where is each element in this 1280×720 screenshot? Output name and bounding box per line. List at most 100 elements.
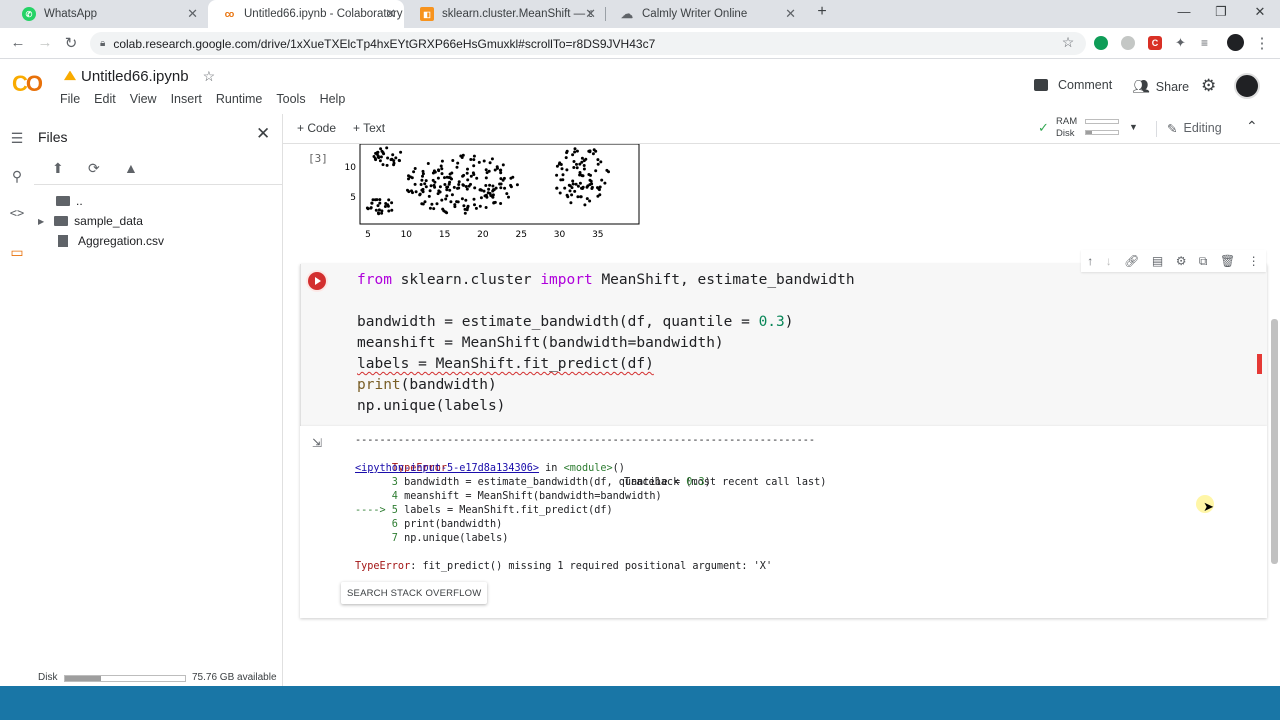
scatter-point (494, 186, 498, 190)
add-code-button[interactable]: + Code (297, 121, 336, 135)
close-tab-icon[interactable]: ✕ (585, 6, 596, 22)
scatter-point (413, 182, 417, 186)
search-stack-overflow-button[interactable]: SEARCH STACK OVERFLOW (341, 582, 488, 604)
close-tab-icon[interactable]: ✕ (785, 6, 796, 22)
forward-icon[interactable]: → (36, 34, 54, 51)
scatter-point (488, 161, 492, 165)
menu-runtime[interactable]: Runtime (216, 92, 263, 106)
code-line[interactable]: print(bandwidth) (357, 377, 497, 393)
extensions-puzzle-icon[interactable]: ✦ (1175, 36, 1189, 50)
scatter-point (581, 185, 585, 189)
runtime-dropdown-icon[interactable]: ▼ (1129, 122, 1138, 132)
more-options-icon[interactable]: ⋮ (1248, 254, 1260, 268)
scatter-point (499, 168, 503, 172)
scatter-point (426, 162, 430, 165)
scrollbar-thumb[interactable] (1271, 319, 1278, 564)
settings-gear-icon[interactable]: ⚙ (1201, 76, 1216, 96)
menu-edit[interactable]: Edit (94, 92, 116, 106)
minimize-button[interactable]: — (1174, 4, 1194, 19)
add-text-button[interactable]: + Text (353, 121, 385, 135)
comment-cell-icon[interactable]: ▤ (1152, 254, 1163, 268)
resource-monitor[interactable]: RAM Disk (1056, 116, 1077, 140)
delete-cell-icon[interactable]: 🗑︎ (1220, 254, 1235, 268)
menu-file[interactable]: File (60, 92, 80, 106)
scatter-point (389, 158, 393, 162)
link-icon[interactable]: 🔗︎ (1124, 254, 1139, 268)
code-line[interactable]: from sklearn.cluster import MeanShift, e… (357, 272, 855, 288)
move-up-icon[interactable]: ↑ (1087, 254, 1093, 268)
scatter-point (478, 204, 482, 208)
extension-cloud-icon[interactable] (1121, 36, 1135, 50)
menu-insert[interactable]: Insert (171, 92, 202, 106)
search-icon[interactable]: ⚲ (8, 168, 26, 185)
collapse-header-icon[interactable]: ⌃ (1246, 118, 1258, 135)
tab-whatsapp[interactable]: ✆ WhatsApp ✕ (8, 0, 206, 28)
colab-logo[interactable]: CO (12, 71, 43, 97)
scatter-point (598, 185, 602, 189)
reading-list-icon[interactable]: ≡ (1201, 36, 1215, 50)
tab-sklearn[interactable]: ◧ sklearn.cluster.MeanShift — scik ✕ (406, 0, 604, 28)
code-cell[interactable]: ↑ ↓ 🔗︎ ▤ ⚙ ⧉ 🗑︎ ⋮ from sklearn.cluster i… (300, 250, 1267, 426)
profile-avatar[interactable] (1227, 34, 1244, 51)
scatter-point (484, 176, 488, 180)
maximize-button[interactable]: ❐ (1211, 4, 1231, 20)
files-folder-icon[interactable]: ▭ (8, 244, 26, 261)
reload-icon[interactable]: ↻ (62, 34, 80, 52)
share-button[interactable]: 👥︎ Share (1132, 78, 1189, 95)
scatter-point (560, 167, 564, 171)
close-panel-icon[interactable]: ✕ (256, 124, 270, 144)
tree-item-sample-data[interactable]: ▶ sample_data (38, 214, 143, 228)
mirror-cell-icon[interactable]: ⧉ (1199, 254, 1208, 269)
close-tab-icon[interactable]: ✕ (385, 6, 396, 22)
code-line[interactable]: bandwidth = estimate_bandwidth(df, quant… (357, 314, 794, 330)
mount-drive-icon[interactable]: ▲ (124, 160, 138, 176)
menu-view[interactable]: View (130, 92, 157, 106)
tree-item-aggregation-csv[interactable]: Aggregation.csv (56, 234, 164, 248)
editing-mode-button[interactable]: ✎ Editing (1167, 121, 1222, 136)
menu-help[interactable]: Help (320, 92, 346, 106)
move-down-icon[interactable]: ↓ (1106, 254, 1112, 268)
tab-colab[interactable]: co Untitled66.ipynb - Colaboratory ✕ (208, 0, 404, 28)
refresh-folder-icon[interactable]: ⟳ (88, 160, 100, 177)
scatter-point (575, 166, 579, 170)
comment-button[interactable]: Comment (1034, 78, 1112, 92)
scatter-point (491, 184, 495, 188)
expand-caret-icon[interactable]: ▶ (38, 217, 44, 226)
ipython-input-link[interactable]: <ipython-input-5-e17d8a134306> (355, 463, 539, 474)
run-cell-button[interactable] (308, 272, 326, 290)
close-window-button[interactable]: ✕ (1250, 4, 1270, 20)
scatter-point (582, 167, 586, 171)
code-snippets-icon[interactable]: <> (8, 206, 26, 220)
scatter-point (432, 169, 436, 173)
scatter-point (499, 186, 503, 190)
star-icon[interactable]: ☆ (203, 68, 216, 85)
ram-bar (1085, 119, 1119, 124)
traceback-line: 7 np.unique(labels) (355, 533, 509, 544)
scatter-point (392, 161, 396, 165)
scatter-point (490, 157, 494, 161)
tab-calmly[interactable]: ☁ Calmly Writer Online ✕ (606, 0, 804, 28)
scatter-point (378, 198, 382, 202)
address-bar[interactable]: 🔒︎ colab.research.google.com/drive/1xXue… (90, 32, 1086, 55)
user-avatar[interactable] (1234, 73, 1260, 99)
menu-tools[interactable]: Tools (276, 92, 305, 106)
scatter-point (376, 150, 380, 154)
extension-c-icon[interactable]: C (1148, 36, 1162, 50)
code-line[interactable]: meanshift = MeanShift(bandwidth=bandwidt… (357, 335, 724, 351)
notebook-title[interactable]: Untitled66.ipynb (81, 68, 189, 85)
bookmark-star-icon[interactable]: ☆ (1059, 34, 1077, 51)
back-icon[interactable]: ← (9, 34, 27, 51)
tree-item-parent[interactable]: .. (56, 194, 83, 208)
clear-output-icon[interactable]: ⇲ (312, 436, 322, 450)
toc-icon[interactable]: ☰ (8, 130, 26, 147)
upload-file-icon[interactable]: ⬆ (52, 160, 64, 177)
close-tab-icon[interactable]: ✕ (187, 6, 198, 22)
new-tab-button[interactable]: + (812, 3, 832, 21)
code-line-error[interactable]: labels = MeanShift.fit_predict(df) (357, 356, 654, 372)
scatter-point (587, 173, 591, 176)
cell-settings-icon[interactable]: ⚙ (1176, 254, 1187, 268)
extension-globe-icon[interactable] (1094, 36, 1108, 50)
code-line[interactable]: np.unique(labels) (357, 398, 505, 414)
scatter-point (423, 200, 427, 204)
browser-menu-icon[interactable]: ⋮ (1253, 34, 1271, 52)
